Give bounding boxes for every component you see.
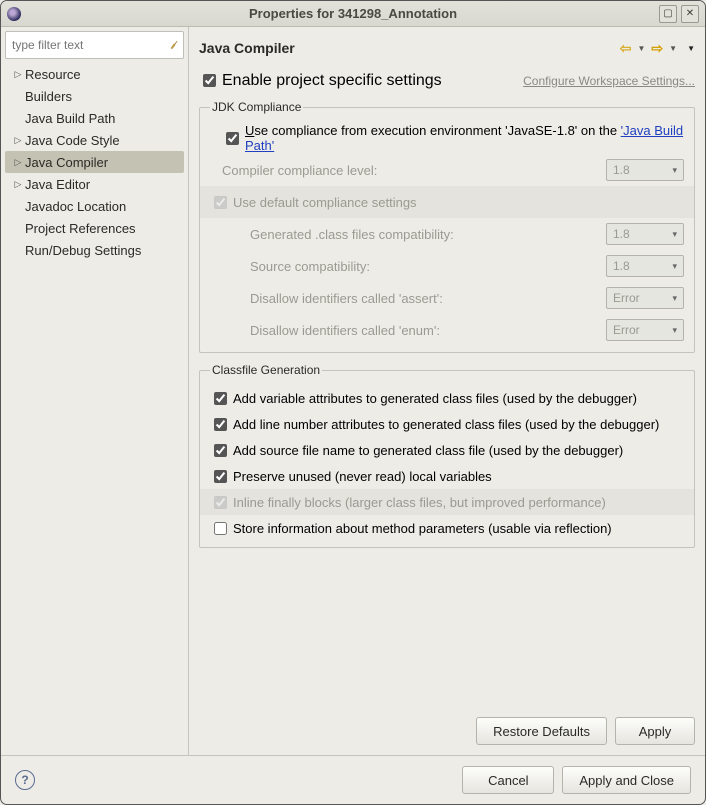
- store-method-params-label: Store information about method parameter…: [233, 521, 612, 536]
- add-source-filename-checkbox[interactable]: [214, 444, 227, 457]
- tree-item-java-compiler[interactable]: ▷Java Compiler: [5, 151, 184, 173]
- generated-files-label: Generated .class files compatibility:: [250, 227, 454, 242]
- expand-arrow-icon[interactable]: ▷: [11, 179, 25, 190]
- nav-back-button[interactable]: ⇦: [618, 40, 634, 57]
- add-variable-attrs-label: Add variable attributes to generated cla…: [233, 391, 637, 406]
- tree-item-label: Java Build Path: [25, 111, 115, 126]
- tree-item-java-code-style[interactable]: ▷Java Code Style: [5, 129, 184, 151]
- add-source-filename-label: Add source file name to generated class …: [233, 443, 623, 458]
- close-button[interactable]: ✕: [681, 5, 699, 23]
- window-title: Properties for 341298_Annotation: [1, 6, 705, 21]
- tree-item-label: Project References: [25, 221, 136, 236]
- tree-item-label: Javadoc Location: [25, 199, 126, 214]
- use-execution-env-label: Use compliance from execution environmen…: [245, 123, 684, 153]
- tree-item-builders[interactable]: ▷Builders: [5, 85, 184, 107]
- cancel-button[interactable]: Cancel: [462, 766, 554, 794]
- nav-forward-menu[interactable]: ▼: [667, 44, 679, 53]
- disallow-assert-label: Disallow identifiers called 'assert':: [250, 291, 443, 306]
- minimize-button[interactable]: ▢: [659, 5, 677, 23]
- sidebar: ▷Resource▷Builders▷Java Build Path▷Java …: [1, 27, 189, 755]
- disallow-enum-label: Disallow identifiers called 'enum':: [250, 323, 440, 338]
- compliance-level-combo[interactable]: 1.8: [606, 159, 684, 181]
- store-method-params-checkbox[interactable]: [214, 522, 227, 535]
- preserve-unused-checkbox[interactable]: [214, 470, 227, 483]
- tree-item-java-build-path[interactable]: ▷Java Build Path: [5, 107, 184, 129]
- jdk-compliance-legend: JDK Compliance: [210, 100, 303, 114]
- page-title: Java Compiler: [199, 40, 295, 56]
- help-icon[interactable]: ?: [15, 770, 35, 790]
- classfile-legend: Classfile Generation: [210, 363, 322, 377]
- use-default-compliance-checkbox: [214, 196, 227, 209]
- generated-files-combo: 1.8: [606, 223, 684, 245]
- tree-item-run-debug-settings[interactable]: ▷Run/Debug Settings: [5, 239, 184, 261]
- filter-input[interactable]: [10, 37, 169, 53]
- classfile-generation-group: Classfile Generation Add variable attrib…: [199, 363, 695, 548]
- tree-item-label: Java Compiler: [25, 155, 108, 170]
- app-icon: [7, 7, 21, 21]
- add-line-numbers-label: Add line number attributes to generated …: [233, 417, 659, 432]
- clear-filter-icon[interactable]: [169, 38, 179, 52]
- apply-button[interactable]: Apply: [615, 717, 695, 745]
- expand-arrow-icon[interactable]: ▷: [11, 157, 25, 168]
- tree-item-label: Run/Debug Settings: [25, 243, 141, 258]
- source-compat-label: Source compatibility:: [250, 259, 370, 274]
- content-area: Java Compiler ⇦ ▼ ⇨ ▼ ▼ Enable project s…: [189, 27, 705, 755]
- nav-back-menu[interactable]: ▼: [636, 44, 648, 53]
- expand-arrow-icon[interactable]: ▷: [11, 135, 25, 146]
- inline-finally-checkbox: [214, 496, 227, 509]
- preserve-unused-label: Preserve unused (never read) local varia…: [233, 469, 492, 484]
- jdk-compliance-group: JDK Compliance Use compliance from execu…: [199, 100, 695, 353]
- titlebar: Properties for 341298_Annotation ▢ ✕: [1, 1, 705, 27]
- enable-project-specific-label: Enable project specific settings: [222, 72, 442, 90]
- disallow-assert-combo: Error: [606, 287, 684, 309]
- view-menu-button[interactable]: ▼: [681, 44, 695, 53]
- source-compat-combo: 1.8: [606, 255, 684, 277]
- enable-project-specific-checkbox[interactable]: [203, 74, 216, 87]
- tree-item-label: Resource: [25, 67, 81, 82]
- tree-item-project-references[interactable]: ▷Project References: [5, 217, 184, 239]
- expand-arrow-icon[interactable]: ▷: [11, 69, 25, 80]
- tree-item-javadoc-location[interactable]: ▷Javadoc Location: [5, 195, 184, 217]
- use-execution-env-checkbox[interactable]: [226, 132, 239, 145]
- nav-tree: ▷Resource▷Builders▷Java Build Path▷Java …: [5, 63, 184, 751]
- compliance-level-label: Compiler compliance level:: [222, 163, 377, 178]
- tree-item-resource[interactable]: ▷Resource: [5, 63, 184, 85]
- configure-workspace-link[interactable]: Configure Workspace Settings...: [523, 74, 695, 88]
- tree-item-java-editor[interactable]: ▷Java Editor: [5, 173, 184, 195]
- tree-item-label: Builders: [25, 89, 72, 104]
- nav-forward-button[interactable]: ⇨: [649, 40, 665, 57]
- filter-row: [5, 31, 184, 59]
- use-default-compliance-label: Use default compliance settings: [233, 195, 417, 210]
- add-line-numbers-checkbox[interactable]: [214, 418, 227, 431]
- disallow-enum-combo: Error: [606, 319, 684, 341]
- apply-and-close-button[interactable]: Apply and Close: [562, 766, 691, 794]
- tree-item-label: Java Editor: [25, 177, 90, 192]
- tree-item-label: Java Code Style: [25, 133, 120, 148]
- inline-finally-label: Inline finally blocks (larger class file…: [233, 495, 606, 510]
- add-variable-attrs-checkbox[interactable]: [214, 392, 227, 405]
- restore-defaults-button[interactable]: Restore Defaults: [476, 717, 607, 745]
